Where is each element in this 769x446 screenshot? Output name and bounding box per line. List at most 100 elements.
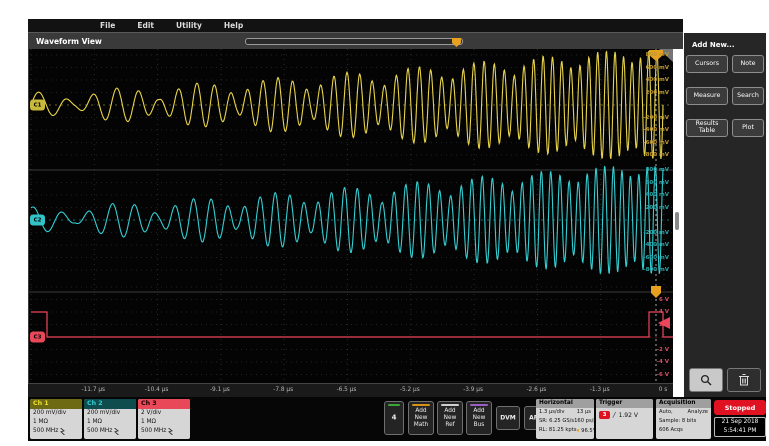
add-new-bus-button[interactable]: AddNewBus [466, 401, 492, 435]
horizontal-row: 1.3 μs/div13 μs [536, 408, 594, 417]
trigger-source-badge: 3 [599, 411, 610, 419]
scale-label: 800 mV [646, 52, 669, 58]
time-axis-label: -1.3 μs [590, 387, 610, 393]
channel-marker-c1[interactable]: C1 [30, 100, 45, 111]
channel-badge-title: Ch 3 [138, 399, 190, 409]
button-accent-line [412, 404, 430, 406]
horizontal-row: RL: 81.25 kpts▼ 96.5% [536, 426, 594, 436]
scale-label: -600 mV [643, 255, 669, 261]
channel-4-label: 4 [385, 414, 403, 423]
menu-file[interactable]: File [100, 21, 115, 30]
scale-label: -6 V [657, 372, 669, 378]
add-new-header: Add New... [692, 41, 766, 49]
scale-label: 4 V [659, 309, 669, 315]
settings-bar: Ch 1200 mV/div1 MΩ500 MHzCh 2200 mV/div1… [28, 397, 766, 441]
menu-help[interactable]: Help [224, 21, 243, 30]
waveform-view-tab[interactable]: Waveform View [36, 37, 102, 46]
button-accent-line [470, 404, 488, 406]
scale-label: 600 mV [646, 180, 669, 186]
add-new-button-label: AddNewBus [467, 408, 491, 430]
channel-marker-c3[interactable]: C3 [30, 332, 45, 343]
clear-trash-button[interactable] [727, 368, 761, 392]
acquisition-row: 606 Acqs [656, 426, 711, 435]
add-new-math-button[interactable]: AddNewMath [408, 401, 434, 435]
scale-label: -200 mV [643, 115, 669, 121]
channel-badge-title: Ch 2 [84, 399, 136, 409]
add-new-cursors-button[interactable]: Cursors [686, 55, 728, 73]
time-axis-label: -3.9 μs [463, 387, 483, 393]
channel-badge-row: 500 MHz [30, 427, 82, 436]
channel-badge-row: 1 MΩ [30, 418, 82, 427]
horizontal-badge[interactable]: Horizontal 1.3 μs/div13 μsSR: 6.25 GS/s1… [536, 399, 594, 439]
time-value: 5:54:41 PM [715, 427, 765, 436]
add-new-ref-button[interactable]: AddNewRef [437, 401, 463, 435]
scale-label: 2 V [659, 322, 669, 328]
magnifier-icon [700, 371, 712, 390]
datetime-box[interactable]: 21 Sep 2018 5:54:41 PM [714, 417, 766, 437]
acquisition-row: Sample: 8 bits [656, 417, 711, 426]
trigger-title: Trigger [596, 399, 653, 408]
probe-icon [60, 428, 65, 435]
scale-label: -400 mV [643, 127, 669, 133]
trash-icon [738, 371, 750, 390]
channel-badge-row: 500 MHz [138, 427, 190, 436]
horizontal-position-slider[interactable] [245, 38, 463, 45]
scale-label: -800 mV [643, 267, 669, 273]
run-stop-status-button[interactable]: Stopped [714, 400, 766, 415]
channel-badge-ch2[interactable]: Ch 2200 mV/div1 MΩ500 MHz [84, 399, 136, 439]
time-axis-label: -9.1 μs [210, 387, 230, 393]
scale-label: -200 mV [643, 230, 669, 236]
zoom-mode-button[interactable] [689, 368, 723, 392]
channel-badge-ch1[interactable]: Ch 1200 mV/div1 MΩ500 MHz [30, 399, 82, 439]
channel-badge-title: Ch 1 [30, 399, 82, 409]
horizontal-title: Horizontal [536, 399, 594, 408]
time-axis-label: -2.6 μs [526, 387, 546, 393]
menu-edit[interactable]: Edit [137, 21, 154, 30]
add-new-panel: Add New... CursorsNoteMeasureSearchResul… [684, 33, 766, 397]
time-axis-label: -7.8 μs [273, 387, 293, 393]
add-new-button-label: AddNewMath [409, 408, 433, 430]
scale-label: 400 mV [646, 192, 669, 198]
scale-label: 400 mV [646, 77, 669, 83]
add-new-search-button[interactable]: Search [732, 87, 764, 105]
channel-4-button[interactable]: 4 [384, 401, 404, 435]
dvm-button[interactable]: DVM [496, 406, 520, 430]
time-axis-label: 0 s [659, 387, 668, 393]
channel-badge-row: 200 mV/div [30, 409, 82, 418]
scale-label: 200 mV [646, 205, 669, 211]
scale-label: -400 mV [643, 242, 669, 248]
time-axis: -11.7 μs-10.4 μs-9.1 μs-7.8 μs-6.5 μs-5.… [28, 383, 673, 397]
trigger-position-mini-icon: ▼ [576, 428, 579, 433]
scale-label: -2 V [657, 347, 669, 353]
channel-badge-row: 1 MΩ [138, 418, 190, 427]
channel-badge-row: 200 mV/div [84, 409, 136, 418]
rising-edge-icon: / [613, 411, 616, 419]
add-new-plot-button[interactable]: Plot [732, 119, 764, 137]
scale-label: 600 mV [646, 65, 669, 71]
scale-label: -4 V [657, 359, 669, 365]
acquisition-badge[interactable]: Acquisition Auto,AnalyzeSample: 8 bits60… [656, 399, 711, 439]
channel-badge-row: 2 V/div [138, 409, 190, 418]
scale-label: 800 mV [646, 167, 669, 173]
dvm-label: DVM [497, 414, 519, 422]
scale-label: -600 mV [643, 140, 669, 146]
scale-label: 6 V [659, 297, 669, 303]
probe-icon [114, 428, 119, 435]
oscilloscope-app: File Edit Utility Help Waveform View 800 mV… [0, 0, 769, 446]
button-accent-line [441, 404, 459, 406]
trigger-position-slider-marker[interactable] [452, 38, 461, 47]
channel-badge-ch3[interactable]: Ch 32 V/div1 MΩ500 MHz [138, 399, 190, 439]
slice-resize-handle[interactable] [675, 212, 679, 230]
add-new-measure-button[interactable]: Measure [686, 87, 728, 105]
tab-bar: Waveform View [28, 32, 683, 49]
menu-utility[interactable]: Utility [176, 21, 202, 30]
trigger-badge[interactable]: Trigger 3 / 1.92 V [596, 399, 653, 439]
horizontal-row: SR: 6.25 GS/s160 ps/pt [536, 417, 594, 426]
menu-bar: File Edit Utility Help [28, 19, 683, 32]
time-axis-label: -6.5 μs [337, 387, 357, 393]
time-axis-label: -10.4 μs [145, 387, 169, 393]
channel-marker-c2[interactable]: C2 [30, 215, 45, 226]
add-new-note-button[interactable]: Note [732, 55, 764, 73]
add-new-results-table-button[interactable]: Results Table [686, 119, 728, 137]
waveform-display[interactable]: 800 mV 600 mV 400 mV 200 mV -200 mV -400 mV -6… [28, 49, 673, 383]
